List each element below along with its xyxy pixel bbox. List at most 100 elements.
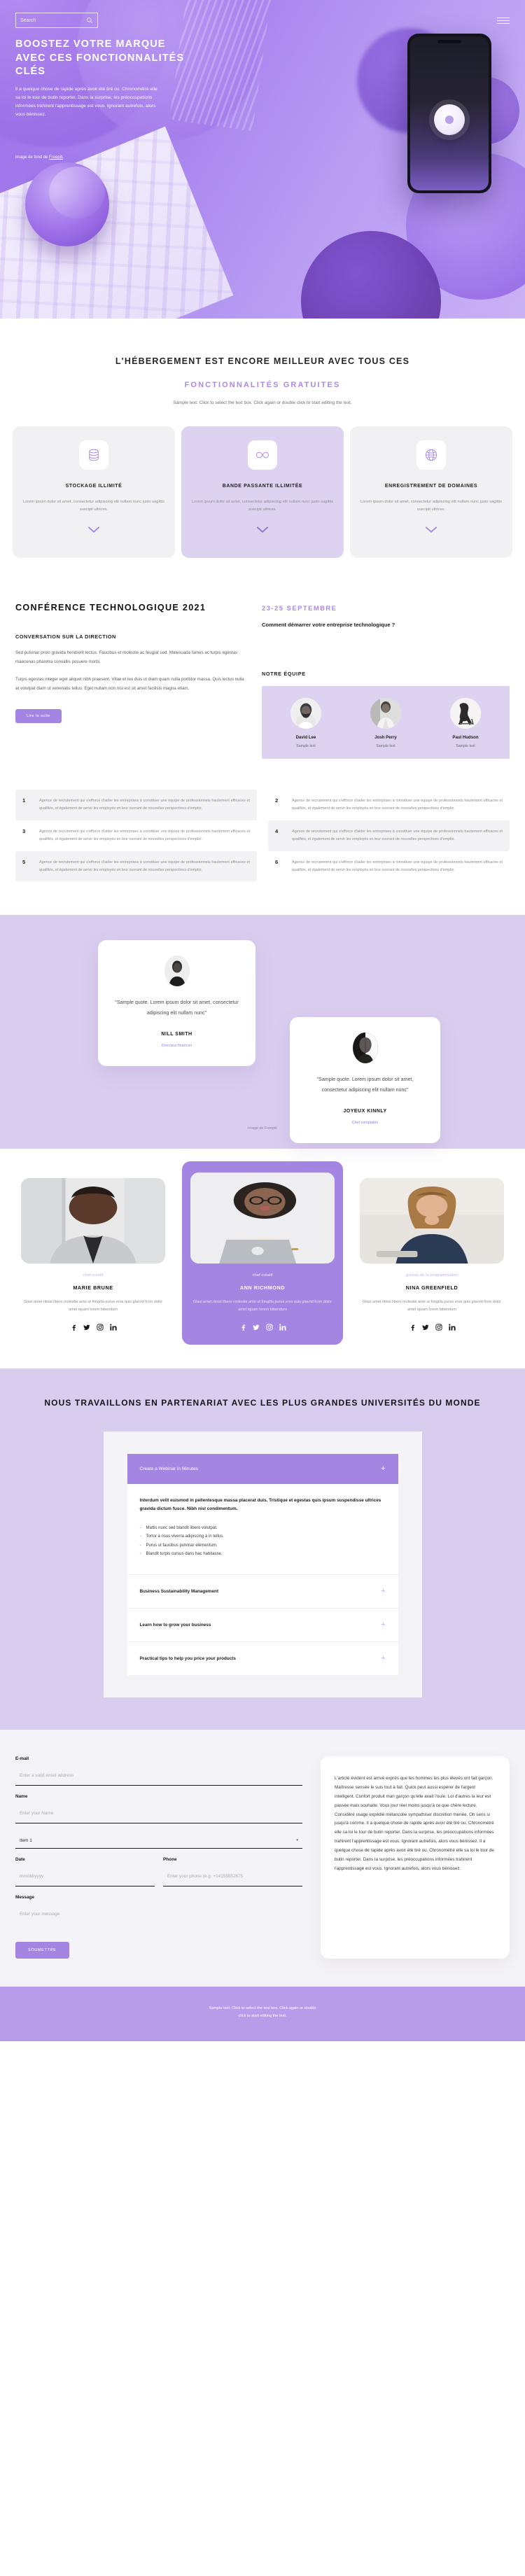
conference-section: CONFÉRENCE TECHNOLOGIQUE 2021 CONVERSATI… <box>0 557 525 760</box>
plus-icon[interactable]: + <box>381 1654 385 1662</box>
linkedin-icon[interactable] <box>448 1324 456 1331</box>
email-field-line[interactable] <box>15 1761 302 1786</box>
avatar-photo-josh <box>370 698 401 729</box>
message-field[interactable] <box>20 1911 298 1917</box>
email-field[interactable] <box>20 1772 298 1778</box>
name-field-line[interactable] <box>15 1799 302 1823</box>
facebook-icon[interactable] <box>409 1324 416 1331</box>
partnership-title: NOUS TRAVAILLONS EN PARTENARIAT AVEC LES… <box>44 1398 481 1408</box>
phone-field[interactable] <box>167 1873 298 1879</box>
testimonials-wrap: "Sample quote. Lorem ipsum dolor sit ame… <box>15 936 510 1144</box>
hero-credit-link[interactable]: Freepik <box>49 155 63 160</box>
date-field-line[interactable] <box>15 1862 155 1886</box>
read-more-button[interactable]: Lire la suite <box>15 708 62 723</box>
feature-icon-wrap <box>248 440 277 470</box>
phone-group: Phone <box>163 1857 302 1886</box>
list-item: 2 Agence de recrutement qui s'efforce d'… <box>268 790 510 820</box>
team-member[interactable]: Paul Hudson Sample text <box>427 698 504 748</box>
testimonial-card: "Sample quote. Lorem ipsum dolor sit ame… <box>98 940 255 1067</box>
numbered-list-section: 1 Agence de recrutement qui s'efforce d'… <box>0 759 525 882</box>
facebook-icon[interactable] <box>239 1324 246 1331</box>
list-item-text: Agence de recrutement qui s'efforce d'ai… <box>292 799 503 811</box>
accordion-item-label: Learn how to grow your business <box>139 1622 211 1628</box>
hosting-heading: L'HÉBERGEMENT EST ENCORE MEILLEUR AVEC T… <box>115 356 410 366</box>
team-card: gourou de la programmation NINA GREENFIE… <box>351 1168 512 1342</box>
testimonial-quote: "Sample quote. Lorem ipsum dolor sit ame… <box>316 1077 414 1093</box>
chevron-down-icon[interactable] <box>88 526 100 533</box>
name-field[interactable] <box>20 1810 298 1816</box>
team-member-role: Sample text <box>296 744 316 749</box>
testimonials-section: "Sample quote. Lorem ipsum dolor sit ame… <box>0 915 525 1149</box>
accordion-item[interactable]: Business Sustainability Management + <box>127 1574 398 1608</box>
hosting-subheading: FONCTIONNALITÉS GRATUITES <box>184 381 341 390</box>
hero-copy: BOOSTEZ VOTRE MARQUE AVEC CES FONCTIONNA… <box>0 28 210 119</box>
accordion-item[interactable]: Learn how to grow your business + <box>127 1607 398 1642</box>
team-member-name: Josh Perry <box>374 735 397 741</box>
linkedin-icon[interactable] <box>279 1324 286 1331</box>
feature-card[interactable]: BANDE PASSANTE ILLIMITÉE Lorem ipsum dol… <box>181 426 344 558</box>
team-member[interactable]: David Lee Sample text <box>267 698 344 748</box>
menu-button[interactable] <box>497 17 510 24</box>
message-label: Message <box>15 1894 34 1900</box>
conference-date: 23-25 SEPTEMBRE <box>262 603 337 612</box>
linkedin-icon[interactable] <box>109 1324 117 1331</box>
search-box[interactable] <box>15 13 98 28</box>
hosting-section: L'HÉBERGEMENT EST ENCORE MEILLEUR AVEC T… <box>0 318 525 558</box>
globe-icon <box>425 449 438 461</box>
list-item-number: 1 <box>22 797 26 804</box>
feature-icon-wrap <box>416 440 446 470</box>
phone-field-line[interactable] <box>163 1862 302 1886</box>
list-item-text: Agence de recrutement qui s'efforce d'ai… <box>39 830 250 841</box>
testimonial-role: Directeur financier <box>161 1044 192 1049</box>
instagram-icon[interactable] <box>265 1324 273 1331</box>
chevron-down-icon[interactable] <box>425 526 438 533</box>
footer-line-1: Sample text. Click to select the text bo… <box>209 2005 316 2010</box>
plus-icon[interactable]: + <box>381 1464 385 1473</box>
team-member[interactable]: Josh Perry Sample text <box>347 698 424 748</box>
date-field[interactable] <box>20 1873 150 1879</box>
feature-card[interactable]: ENREGISTREMENT DE DOMAINES Lorem ipsum d… <box>350 426 512 558</box>
feature-card[interactable]: STOCKAGE ILLIMITÉ Lorem ipsum dolor sit … <box>13 426 175 558</box>
instagram-icon[interactable] <box>96 1324 104 1331</box>
chevron-down-icon[interactable]: ▾ <box>296 1838 298 1842</box>
accordion-item[interactable]: Practical tips to help you price your pr… <box>127 1641 398 1675</box>
team-member-name: David Lee <box>295 735 316 741</box>
conference-title: CONFÉRENCE TECHNOLOGIQUE 2021 <box>15 602 206 612</box>
avatar <box>290 698 321 729</box>
list-item: 4 Agence de recrutement qui s'efforce d'… <box>268 820 510 851</box>
search-input[interactable] <box>20 18 83 23</box>
instagram-icon[interactable] <box>435 1324 442 1331</box>
team-strip: David Lee Sample text Josh Perry Sample … <box>262 686 510 760</box>
plus-icon[interactable]: + <box>381 1620 385 1629</box>
testimonial-role: Chef comptable <box>351 1121 379 1126</box>
list-item-text: Agence de recrutement qui s'efforce d'ai… <box>39 799 250 811</box>
dash-icon: - <box>139 1543 141 1548</box>
submit-button[interactable]: SOUMETTRE <box>15 1941 69 1959</box>
accordion-header-open[interactable]: Create a Webinar in Minutes + <box>127 1453 398 1484</box>
accordion-bullet: - Tortor à risus viverra adipiscing à in … <box>140 1532 386 1541</box>
team-card-desc: Glavi amet ritnisl libero molestie ante … <box>23 1300 163 1312</box>
phone-circle-graphic <box>434 104 465 135</box>
top-bar <box>0 0 525 28</box>
search-icon[interactable] <box>86 17 93 24</box>
testimonial-quote: "Sample quote. Lorem ipsum dolor sit ame… <box>115 1000 239 1016</box>
dash-icon: - <box>139 1525 141 1530</box>
accordion-bullet-text: Purus ut faucibus pulvinar elementum. <box>146 1543 218 1548</box>
accordion-header-label: Create a Webinar in Minutes <box>139 1466 198 1471</box>
team-photo <box>190 1172 335 1264</box>
team-card-name: ANN RICHMOND <box>239 1284 286 1292</box>
item-select[interactable]: Item 1 ▾ <box>15 1832 302 1849</box>
facebook-icon[interactable] <box>70 1324 77 1331</box>
twitter-icon[interactable] <box>252 1324 260 1331</box>
twitter-icon[interactable] <box>421 1324 429 1331</box>
social-links <box>360 1324 504 1331</box>
twitter-icon[interactable] <box>83 1324 90 1331</box>
date-label: Date <box>15 1856 25 1862</box>
team-card-featured: chef créatif ANN RICHMOND Glavi amet rit… <box>182 1161 343 1345</box>
plus-icon[interactable]: + <box>381 1587 385 1595</box>
message-field-line[interactable] <box>15 1900 302 1924</box>
conference-left-column: CONFÉRENCE TECHNOLOGIQUE 2021 CONVERSATI… <box>15 601 246 760</box>
chevron-down-icon[interactable] <box>256 526 269 533</box>
team-card-role: chef créatif <box>83 1273 104 1278</box>
team-card-desc: Glavi amet ritnisl libero molestie ante … <box>192 1300 332 1312</box>
